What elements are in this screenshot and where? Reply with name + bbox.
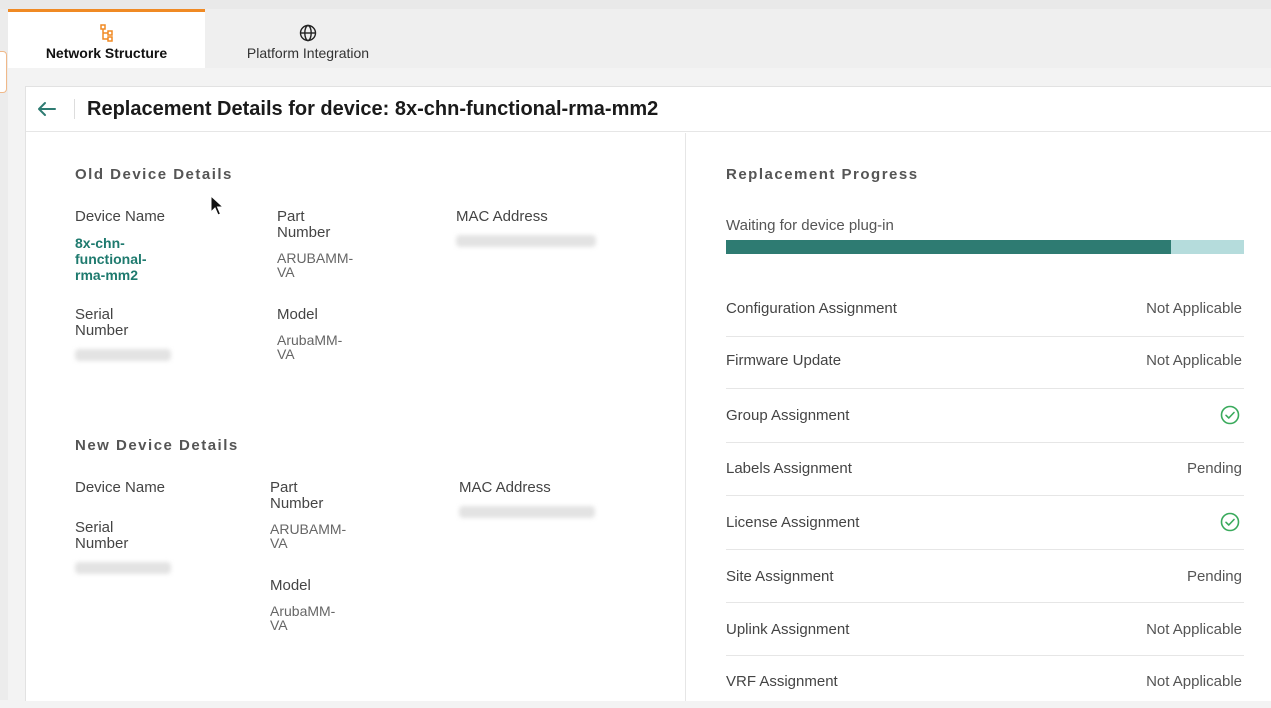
new-part-number-value: ARUBAMM- VA bbox=[270, 522, 346, 550]
label-line: Number bbox=[277, 224, 331, 241]
device-name-line: rma-mm2 bbox=[75, 267, 139, 283]
row-status: Not Applicable bbox=[1146, 300, 1242, 317]
old-mac-label: MAC Address bbox=[456, 208, 548, 225]
tab-label: Platform Integration bbox=[246, 45, 370, 61]
progress-bar-fill bbox=[726, 240, 1172, 254]
old-device-name-label: Device Name bbox=[75, 208, 166, 225]
value-line: VA bbox=[270, 535, 288, 551]
device-name-line: 8x-chn- bbox=[75, 235, 125, 251]
row-status: Not Applicable bbox=[1146, 673, 1242, 690]
row-label: License Assignment bbox=[726, 514, 860, 531]
network-structure-icon bbox=[99, 23, 114, 43]
value-line: VA bbox=[277, 264, 295, 280]
value-line: ARUBAMM- bbox=[277, 250, 354, 266]
value-line: VA bbox=[270, 617, 288, 633]
check-circle-icon bbox=[1220, 405, 1240, 425]
row-status: Pending bbox=[1186, 460, 1242, 477]
label-line: Part bbox=[270, 479, 298, 496]
row-label: Firmware Update bbox=[726, 352, 842, 369]
progress-row-firmware-update: Firmware Update Not Applicable bbox=[726, 336, 1244, 389]
old-part-number-value: ARUBAMM- VA bbox=[277, 251, 353, 279]
progress-row-uplink-assignment: Uplink Assignment Not Applicable bbox=[726, 603, 1244, 656]
label-line: Number bbox=[75, 535, 129, 552]
new-serial-value-redacted bbox=[75, 562, 171, 574]
row-label: VRF Assignment bbox=[726, 673, 838, 690]
row-label: Group Assignment bbox=[726, 407, 850, 424]
old-part-number-label: Part Number bbox=[277, 209, 330, 241]
row-status: Not Applicable bbox=[1146, 621, 1242, 638]
new-model-value: ArubaMM- VA bbox=[270, 604, 335, 632]
row-status: Not Applicable bbox=[1146, 352, 1242, 369]
left-rail bbox=[0, 9, 8, 700]
label-line: Number bbox=[270, 495, 324, 512]
value-line: ArubaMM- bbox=[277, 332, 343, 348]
tab-bar: Network Structure Platform Integration bbox=[8, 9, 1271, 68]
label-line: Serial bbox=[75, 519, 114, 536]
column-divider bbox=[685, 133, 686, 701]
replacement-progress-heading: Replacement Progress bbox=[726, 166, 919, 183]
replacement-details-panel: Replacement Details for device: 8x-chn-f… bbox=[25, 86, 1271, 701]
row-label: Site Assignment bbox=[726, 568, 834, 585]
mouse-cursor-icon bbox=[210, 195, 224, 216]
progress-status: Waiting for device plug-in bbox=[726, 217, 894, 234]
tab-label: Network Structure bbox=[45, 45, 168, 61]
panel-header: Replacement Details for device: 8x-chn-f… bbox=[26, 87, 1271, 132]
new-device-name-label: Device Name bbox=[75, 479, 166, 496]
label-line: Serial bbox=[75, 306, 114, 323]
left-rail-handle[interactable] bbox=[0, 51, 7, 93]
row-status: Pending bbox=[1186, 568, 1242, 585]
new-serial-label: Serial Number bbox=[75, 520, 128, 552]
row-label: Uplink Assignment bbox=[726, 621, 850, 638]
new-model-label: Model bbox=[270, 577, 311, 594]
page-title: Replacement Details for device: 8x-chn-f… bbox=[87, 98, 659, 120]
new-mac-label: MAC Address bbox=[459, 479, 551, 496]
value-line: ARUBAMM- bbox=[270, 521, 347, 537]
label-line: Number bbox=[75, 322, 129, 339]
old-model-value: ArubaMM- VA bbox=[277, 333, 342, 361]
new-part-number-label: Part Number bbox=[270, 480, 323, 512]
value-line: VA bbox=[277, 346, 295, 362]
old-model-label: Model bbox=[277, 306, 318, 323]
value-line: ArubaMM- bbox=[270, 603, 336, 619]
progress-row-configuration-assignment: Configuration Assignment Not Applicable bbox=[726, 284, 1244, 337]
new-device-heading: New Device Details bbox=[75, 437, 239, 454]
old-mac-value-redacted bbox=[456, 235, 596, 247]
old-serial-label: Serial Number bbox=[75, 307, 128, 339]
tab-platform-integration[interactable]: Platform Integration bbox=[218, 9, 398, 68]
device-name-line: functional- bbox=[75, 251, 147, 267]
progress-row-site-assignment: Site Assignment Pending bbox=[726, 550, 1244, 603]
label-line: Part bbox=[277, 208, 305, 225]
new-mac-value-redacted bbox=[459, 506, 595, 518]
globe-icon bbox=[299, 23, 317, 43]
progress-row-group-assignment: Group Assignment bbox=[726, 388, 1244, 443]
progress-row-labels-assignment: Labels Assignment Pending bbox=[726, 443, 1244, 496]
top-strip bbox=[0, 0, 1271, 9]
check-circle-icon bbox=[1220, 512, 1240, 532]
progress-row-license-assignment: License Assignment bbox=[726, 495, 1244, 550]
header-separator bbox=[74, 99, 75, 119]
progress-row-vrf-assignment: VRF Assignment Not Applicable bbox=[726, 656, 1244, 708]
old-serial-value-redacted bbox=[75, 349, 171, 361]
progress-bar bbox=[726, 240, 1244, 254]
old-device-heading: Old Device Details bbox=[75, 166, 233, 183]
row-label: Configuration Assignment bbox=[726, 300, 897, 317]
back-arrow-icon[interactable] bbox=[34, 96, 60, 122]
tab-network-structure[interactable]: Network Structure bbox=[8, 9, 205, 68]
row-label: Labels Assignment bbox=[726, 460, 852, 477]
old-device-name-link[interactable]: 8x-chn- functional- rma-mm2 bbox=[75, 235, 147, 283]
